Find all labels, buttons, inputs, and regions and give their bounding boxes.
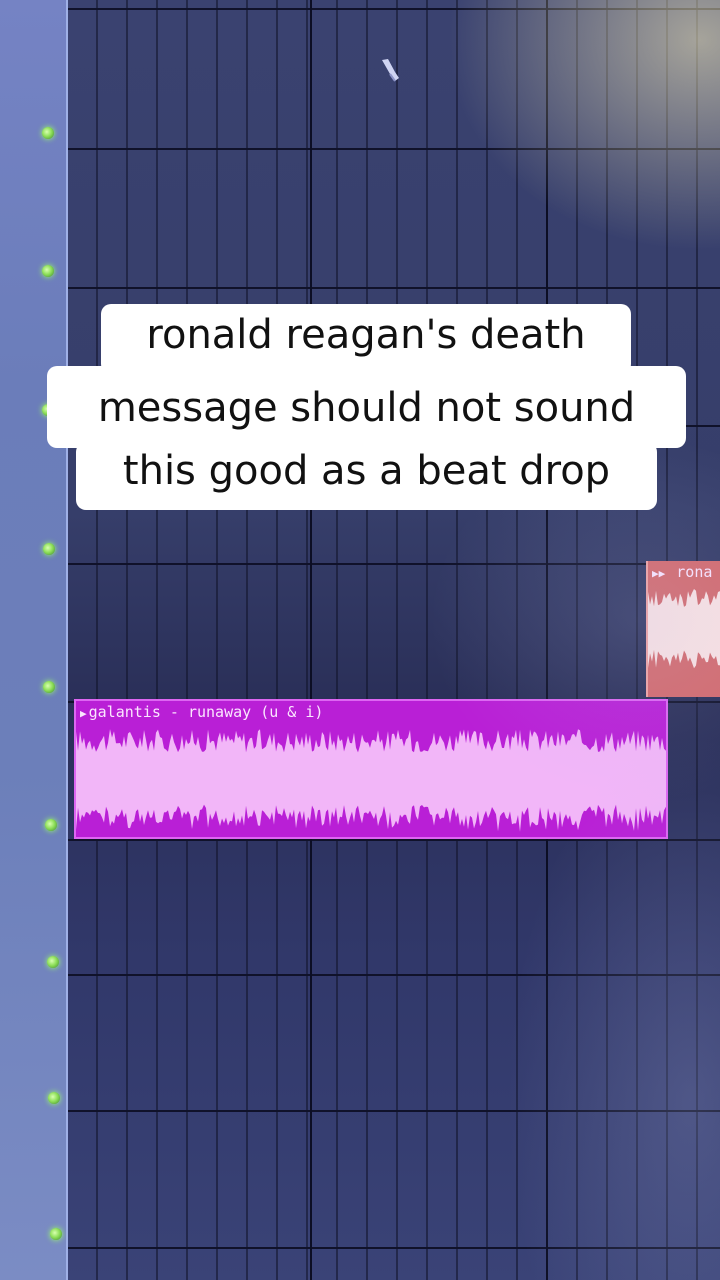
track-row-divider bbox=[68, 974, 720, 976]
bar-divider bbox=[310, 0, 312, 1280]
track-row-divider bbox=[68, 1247, 720, 1249]
track-led-icon[interactable] bbox=[47, 956, 59, 968]
track-led-icon[interactable] bbox=[42, 404, 54, 416]
track-led-icon[interactable] bbox=[43, 681, 55, 693]
track-led-icon[interactable] bbox=[43, 543, 55, 555]
waveform bbox=[648, 589, 720, 669]
paint-brush-cursor-icon bbox=[382, 59, 399, 82]
daw-playlist-screen: ▶ galantis - runaway (u & i) ▶▶ rona rona… bbox=[0, 0, 720, 1280]
track-row-divider bbox=[68, 287, 720, 289]
playlist-grid[interactable] bbox=[68, 0, 720, 1280]
waveform-shape bbox=[648, 589, 720, 669]
track-row-divider bbox=[68, 563, 720, 565]
track-led-icon[interactable] bbox=[48, 1092, 60, 1104]
track-row-divider bbox=[68, 148, 720, 150]
track-led-icon[interactable] bbox=[50, 1228, 62, 1240]
audio-clip-ronald[interactable]: ▶▶ rona bbox=[646, 561, 720, 697]
track-row-divider bbox=[68, 839, 720, 841]
play-arrows-icon: ▶▶ bbox=[652, 567, 666, 580]
track-row-divider bbox=[68, 425, 720, 427]
waveform-shape bbox=[76, 729, 666, 832]
track-row-divider bbox=[68, 8, 720, 10]
track-led-icon[interactable] bbox=[42, 265, 54, 277]
clip-title: ▶ galantis - runaway (u & i) bbox=[80, 703, 324, 721]
play-arrows-icon: ▶ bbox=[80, 707, 87, 720]
audio-clip-galantis[interactable]: ▶ galantis - runaway (u & i) bbox=[74, 699, 668, 839]
track-header-column bbox=[0, 0, 68, 1280]
bar-divider bbox=[546, 0, 548, 1280]
track-led-icon[interactable] bbox=[42, 127, 54, 139]
clip-title: ▶▶ rona bbox=[652, 563, 713, 581]
track-led-icon[interactable] bbox=[45, 819, 57, 831]
waveform bbox=[76, 729, 666, 832]
track-row-divider bbox=[68, 1110, 720, 1112]
